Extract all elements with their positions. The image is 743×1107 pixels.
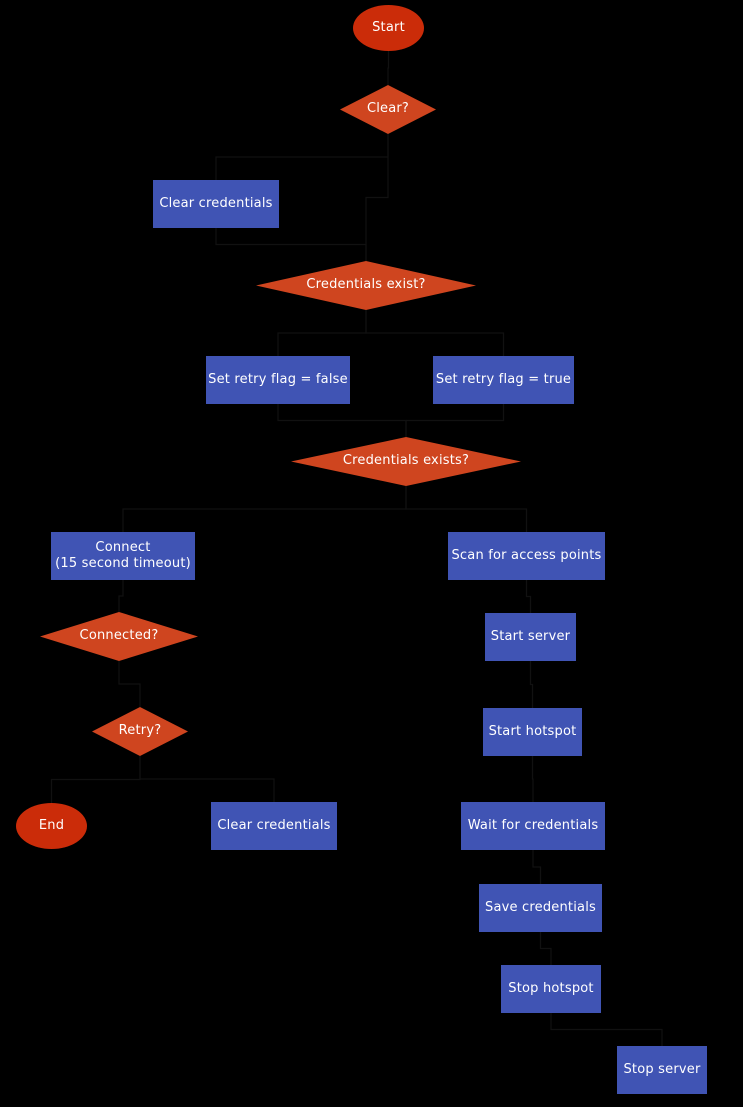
flow-edge-connect-to-connected: [118, 580, 124, 612]
flow-node-set-retry-true[interactable]: Set retry flag = true: [433, 356, 574, 404]
flow-edge-set-retry-false-to-credentials-exists: [277, 404, 407, 437]
flow-node-label-connect: Connect (15 second timeout): [55, 539, 191, 571]
flow-node-start[interactable]: Start: [353, 5, 424, 51]
flow-node-label-scan-access-points: Scan for access points: [451, 547, 602, 563]
flow-node-clear-credentials-2[interactable]: Clear credentials: [211, 802, 337, 850]
flow-node-label-set-retry-true: Set retry flag = true: [435, 371, 572, 387]
flow-node-connected[interactable]: Connected?: [40, 612, 198, 661]
flow-node-label-connected: Connected?: [79, 628, 159, 644]
flow-node-label-start-hotspot: Start hotspot: [488, 723, 577, 739]
flow-node-label-clear-credentials-2: Clear credentials: [217, 817, 331, 833]
flow-node-label-save-credentials: Save credentials: [485, 899, 596, 915]
flow-node-start-hotspot[interactable]: Start hotspot: [483, 708, 582, 756]
flow-node-retry[interactable]: Retry?: [92, 707, 188, 756]
flow-node-end[interactable]: End: [16, 803, 87, 849]
flow-node-label-retry: Retry?: [118, 723, 162, 739]
flow-edge-retry-to-clear-credentials-2: [139, 756, 275, 802]
flow-node-label-start: Start: [372, 19, 405, 35]
flow-edge-credentials-exist-to-set-retry-true: [365, 310, 505, 356]
flow-edge-start-server-to-start-hotspot: [529, 661, 534, 708]
flow-node-label-stop-server: Stop server: [623, 1061, 701, 1077]
flow-node-label-wait-for-credentials: Wait for credentials: [467, 817, 599, 833]
flow-node-wait-for-credentials[interactable]: Wait for credentials: [461, 802, 605, 850]
flow-edge-start-to-clear: [387, 51, 390, 85]
flow-node-credentials-exist[interactable]: Credentials exist?: [256, 261, 476, 310]
flow-node-label-stop-hotspot: Stop hotspot: [508, 980, 594, 996]
flow-edge-save-credentials-to-stop-hotspot: [539, 932, 552, 965]
flow-edge-wait-for-credentials-to-save-credentials: [532, 850, 542, 884]
flow-edge-clear-credentials-1-to-credentials-exist: [215, 228, 367, 261]
flow-node-label-set-retry-false: Set retry flag = false: [208, 371, 348, 387]
flow-node-label-end: End: [38, 817, 65, 833]
flow-node-start-server[interactable]: Start server: [485, 613, 576, 661]
flow-edge-clear-to-clear-credentials-1: [215, 134, 389, 180]
flow-node-connect[interactable]: Connect (15 second timeout): [51, 532, 195, 580]
flow-edge-scan-access-points-to-start-server: [525, 580, 532, 613]
flow-node-label-clear: Clear?: [366, 101, 410, 117]
flow-edge-clear-to-credentials-exist: [365, 134, 389, 261]
flow-node-clear[interactable]: Clear?: [340, 85, 436, 134]
flow-node-scan-access-points[interactable]: Scan for access points: [448, 532, 605, 580]
flow-edge-credentials-exists-to-connect: [122, 486, 407, 532]
flow-node-credentials-exists[interactable]: Credentials exists?: [291, 437, 521, 486]
flowchart-canvas: Start Clear? Clear credentials Credentials …: [0, 0, 743, 1107]
flow-node-stop-server[interactable]: Stop server: [617, 1046, 707, 1094]
flow-node-stop-hotspot[interactable]: Stop hotspot: [501, 965, 601, 1013]
flow-node-label-credentials-exist: Credentials exist?: [306, 277, 426, 293]
flow-edge-set-retry-true-to-credentials-exists: [405, 404, 505, 437]
flow-node-clear-credentials-1[interactable]: Clear credentials: [153, 180, 279, 228]
flow-node-save-credentials[interactable]: Save credentials: [479, 884, 602, 932]
flow-node-label-clear-credentials-1: Clear credentials: [159, 195, 273, 211]
flow-edge-credentials-exist-to-set-retry-false: [277, 310, 367, 356]
flow-node-label-credentials-exists: Credentials exists?: [342, 453, 470, 469]
flow-edge-connected-to-retry: [118, 661, 141, 707]
flow-edge-stop-hotspot-to-stop-server: [550, 1013, 663, 1046]
flow-edge-start-hotspot-to-wait-for-credentials: [531, 756, 534, 802]
flow-edge-credentials-exists-to-scan-access-points: [405, 486, 528, 532]
flow-node-set-retry-false[interactable]: Set retry flag = false: [206, 356, 350, 404]
flow-node-label-start-server: Start server: [490, 628, 571, 644]
flow-edge-retry-to-end: [50, 756, 141, 803]
